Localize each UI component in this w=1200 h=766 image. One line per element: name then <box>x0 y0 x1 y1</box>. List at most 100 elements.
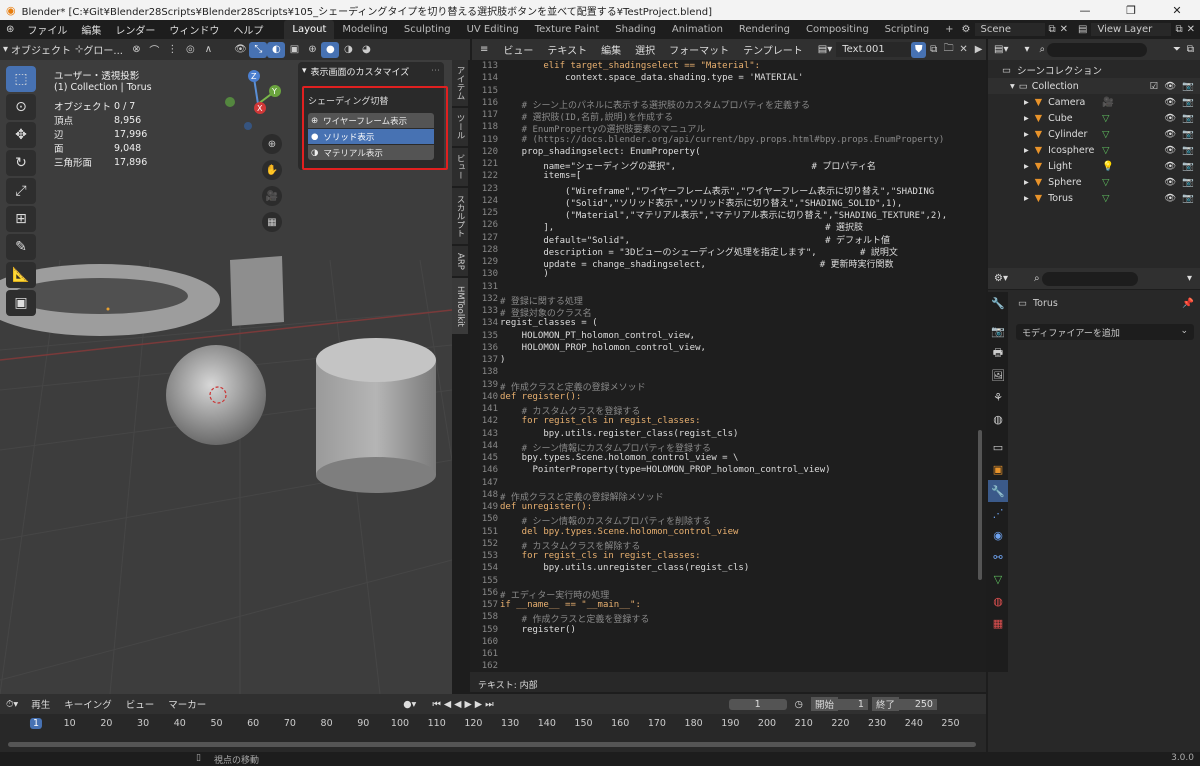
workspace-tab-layout[interactable]: Layout <box>284 20 335 39</box>
sidebar-tab-arp[interactable]: ARP <box>452 246 468 276</box>
eye-icon[interactable]: 👁 <box>1164 129 1176 140</box>
sidebar-tab-tool[interactable]: ツール <box>452 108 468 146</box>
eye-icon[interactable]: 👁 <box>1164 113 1176 124</box>
menu-window[interactable]: ウィンドウ <box>162 22 226 37</box>
add-workspace-button[interactable]: + <box>937 20 961 39</box>
new-scene-icon[interactable]: ⧉ <box>1049 24 1056 35</box>
menu-render[interactable]: レンダー <box>108 22 162 37</box>
outliner-item-cube[interactable]: ▸ ▼ Cube ▽ 👁 📷 <box>988 110 1200 126</box>
outliner-collection-row[interactable]: ▾ ▭ Collection ☑ 👁 📷 <box>988 78 1200 94</box>
gizmo-toggle-icon[interactable]: ⤡ <box>249 41 268 58</box>
expand-arrow-icon[interactable]: ▸ <box>1024 193 1029 204</box>
editor-menu-view[interactable]: ビュー <box>496 42 540 57</box>
editor-menu-templates[interactable]: テンプレート <box>736 42 810 57</box>
blender-menu-icon[interactable]: ⊛ <box>0 24 20 35</box>
modifier-tab-icon[interactable]: 🔧 <box>988 480 1008 502</box>
editor-type-icon[interactable]: ⚙▾ <box>988 273 1014 284</box>
checkbox-icon[interactable]: ☑ <box>1150 81 1159 92</box>
overlay-toggle-icon[interactable]: ◐ <box>267 41 286 58</box>
pan-icon[interactable]: ✋ <box>262 160 282 180</box>
outliner-item-icosphere[interactable]: ▸ ▼ Icosphere ▽ 👁 📷 <box>988 142 1200 158</box>
timeline-menu-marker[interactable]: マーカー <box>161 697 213 711</box>
expand-arrow-icon[interactable]: ▸ <box>1024 177 1029 188</box>
workspace-tab-texture-paint[interactable]: Texture Paint <box>527 20 608 39</box>
expand-arrow-icon[interactable]: ▸ <box>1024 161 1029 172</box>
shading-wireframe-icon[interactable]: ⊕ <box>303 42 321 58</box>
texture-tab-icon[interactable]: ▦ <box>988 612 1008 634</box>
panel-collapse-icon[interactable]: ▾ <box>302 66 307 76</box>
shading-material-icon[interactable]: ◑ <box>339 42 357 58</box>
tool-tab-icon[interactable]: 🔧 <box>988 292 1008 314</box>
expand-arrow-icon[interactable]: ▸ <box>1024 113 1029 124</box>
select-tool-icon[interactable]: ⬚ <box>6 66 36 92</box>
camera-render-icon[interactable]: 📷 <box>1182 113 1194 124</box>
playback-controls[interactable]: ⏮◀◀▶▶⏭ <box>432 699 496 710</box>
particles-tab-icon[interactable]: ⋰ <box>988 502 1008 524</box>
zoom-icon[interactable]: ⊕ <box>262 134 282 154</box>
panel-header[interactable]: 表示画面のカスタマイズ <box>311 65 410 78</box>
option-solid[interactable]: ● ソリッド表示 <box>308 129 434 144</box>
close-window-button[interactable]: ✕ <box>1154 4 1200 17</box>
open-text-icon[interactable]: 🗀 <box>941 42 956 58</box>
text-editor[interactable]: 113 elif target_shadingselect == "Materi… <box>470 60 986 672</box>
editor-menu-edit[interactable]: 編集 <box>594 42 628 57</box>
editor-type-icon[interactable]: ▤▾ <box>988 44 1014 55</box>
display-mode-icon[interactable]: ▾ <box>1024 44 1029 55</box>
expand-arrow-icon[interactable]: ▸ <box>1024 145 1029 156</box>
preview-range-icon[interactable]: ◷ <box>795 699 803 710</box>
outliner-search-input[interactable] <box>1047 42 1148 57</box>
workspace-tab-shading[interactable]: Shading <box>607 20 664 39</box>
transform-tool-icon[interactable]: ⊞ <box>6 206 36 232</box>
eye-icon[interactable]: 👁 <box>1164 145 1176 156</box>
option-material[interactable]: ◑ マテリアル表示 <box>308 145 434 160</box>
camera-render-icon[interactable]: 📷 <box>1182 145 1194 156</box>
record-icon[interactable]: ●▾ <box>403 699 416 710</box>
view-layer-tab-icon[interactable]: 🖼 <box>988 364 1008 386</box>
material-tab-icon[interactable]: ◍ <box>988 590 1008 612</box>
properties-search-input[interactable] <box>1041 271 1138 286</box>
scene-tab-icon[interactable]: ⚘ <box>988 386 1008 408</box>
current-frame-field[interactable]: 1 <box>728 698 787 710</box>
editor-type-icon[interactable]: ≡ <box>472 44 496 55</box>
proportional-edit-icon[interactable]: ◎ <box>181 42 199 58</box>
expand-arrow-icon[interactable]: ▸ <box>1024 97 1029 108</box>
sidebar-tab-sculpt[interactable]: スカルプト <box>452 188 468 244</box>
add-modifier-dropdown[interactable]: モディファイアーを追加 ⌄ <box>1016 324 1194 340</box>
menu-file[interactable]: ファイル <box>20 22 74 37</box>
camera-render-icon[interactable]: 📷 <box>1182 177 1194 188</box>
output-tab-icon[interactable]: 🖶 <box>988 342 1008 364</box>
menu-edit[interactable]: 編集 <box>74 22 108 37</box>
constraints-tab-icon[interactable]: ⚯ <box>988 546 1008 568</box>
camera-render-icon[interactable]: 📷 <box>1182 129 1194 140</box>
pin-icon[interactable]: 📌 <box>1182 298 1194 309</box>
expand-arrow-icon[interactable]: ▸ <box>1024 129 1029 140</box>
workspace-tab-sculpting[interactable]: Sculpting <box>396 20 459 39</box>
editor-type-icon[interactable]: ⏱▾ <box>0 699 24 710</box>
eye-icon[interactable]: 👁 <box>1164 161 1176 172</box>
camera-render-icon[interactable]: 📷 <box>1182 97 1194 108</box>
timeline-menu-keying[interactable]: キーイング <box>57 697 119 711</box>
editor-menu-text[interactable]: テキスト <box>540 42 594 57</box>
object-tab-icon[interactable]: ▣ <box>988 458 1008 480</box>
move-tool-icon[interactable]: ✥ <box>6 122 36 148</box>
mode-selector[interactable]: オブジェクト <box>11 42 75 57</box>
outliner-item-sphere[interactable]: ▸ ▼ Sphere ▽ 👁 📷 <box>988 174 1200 190</box>
workspace-tab-rendering[interactable]: Rendering <box>731 20 798 39</box>
workspace-tab-compositing[interactable]: Compositing <box>798 20 877 39</box>
outliner-item-cylinder[interactable]: ▸ ▼ Cylinder ▽ 👁 📷 <box>988 126 1200 142</box>
physics-tab-icon[interactable]: ◉ <box>988 524 1008 546</box>
editor-menu-select[interactable]: 選択 <box>628 42 662 57</box>
snap-icon[interactable]: ⌒ <box>145 42 163 58</box>
outliner-item-camera[interactable]: ▸ ▼ Camera 🎥 👁 📷 <box>988 94 1200 110</box>
rotate-tool-icon[interactable]: ↻ <box>6 150 36 176</box>
outliner-root-row[interactable]: ▭ シーンコレクション <box>988 62 1200 78</box>
viewlayer-selector[interactable]: View Layer <box>1091 23 1172 36</box>
minimize-button[interactable]: — <box>1062 4 1108 17</box>
eye-icon[interactable]: 👁 <box>1164 177 1176 188</box>
text-name-field[interactable]: Text.001 <box>836 42 912 57</box>
snap-target-icon[interactable]: ⋮ <box>163 42 181 58</box>
delete-viewlayer-icon[interactable]: ✕ <box>1187 24 1195 35</box>
shading-solid-icon[interactable]: ● <box>321 41 340 58</box>
timeline-menu-view[interactable]: ビュー <box>119 697 162 711</box>
pivot-icon[interactable]: ⊗ <box>127 42 145 58</box>
